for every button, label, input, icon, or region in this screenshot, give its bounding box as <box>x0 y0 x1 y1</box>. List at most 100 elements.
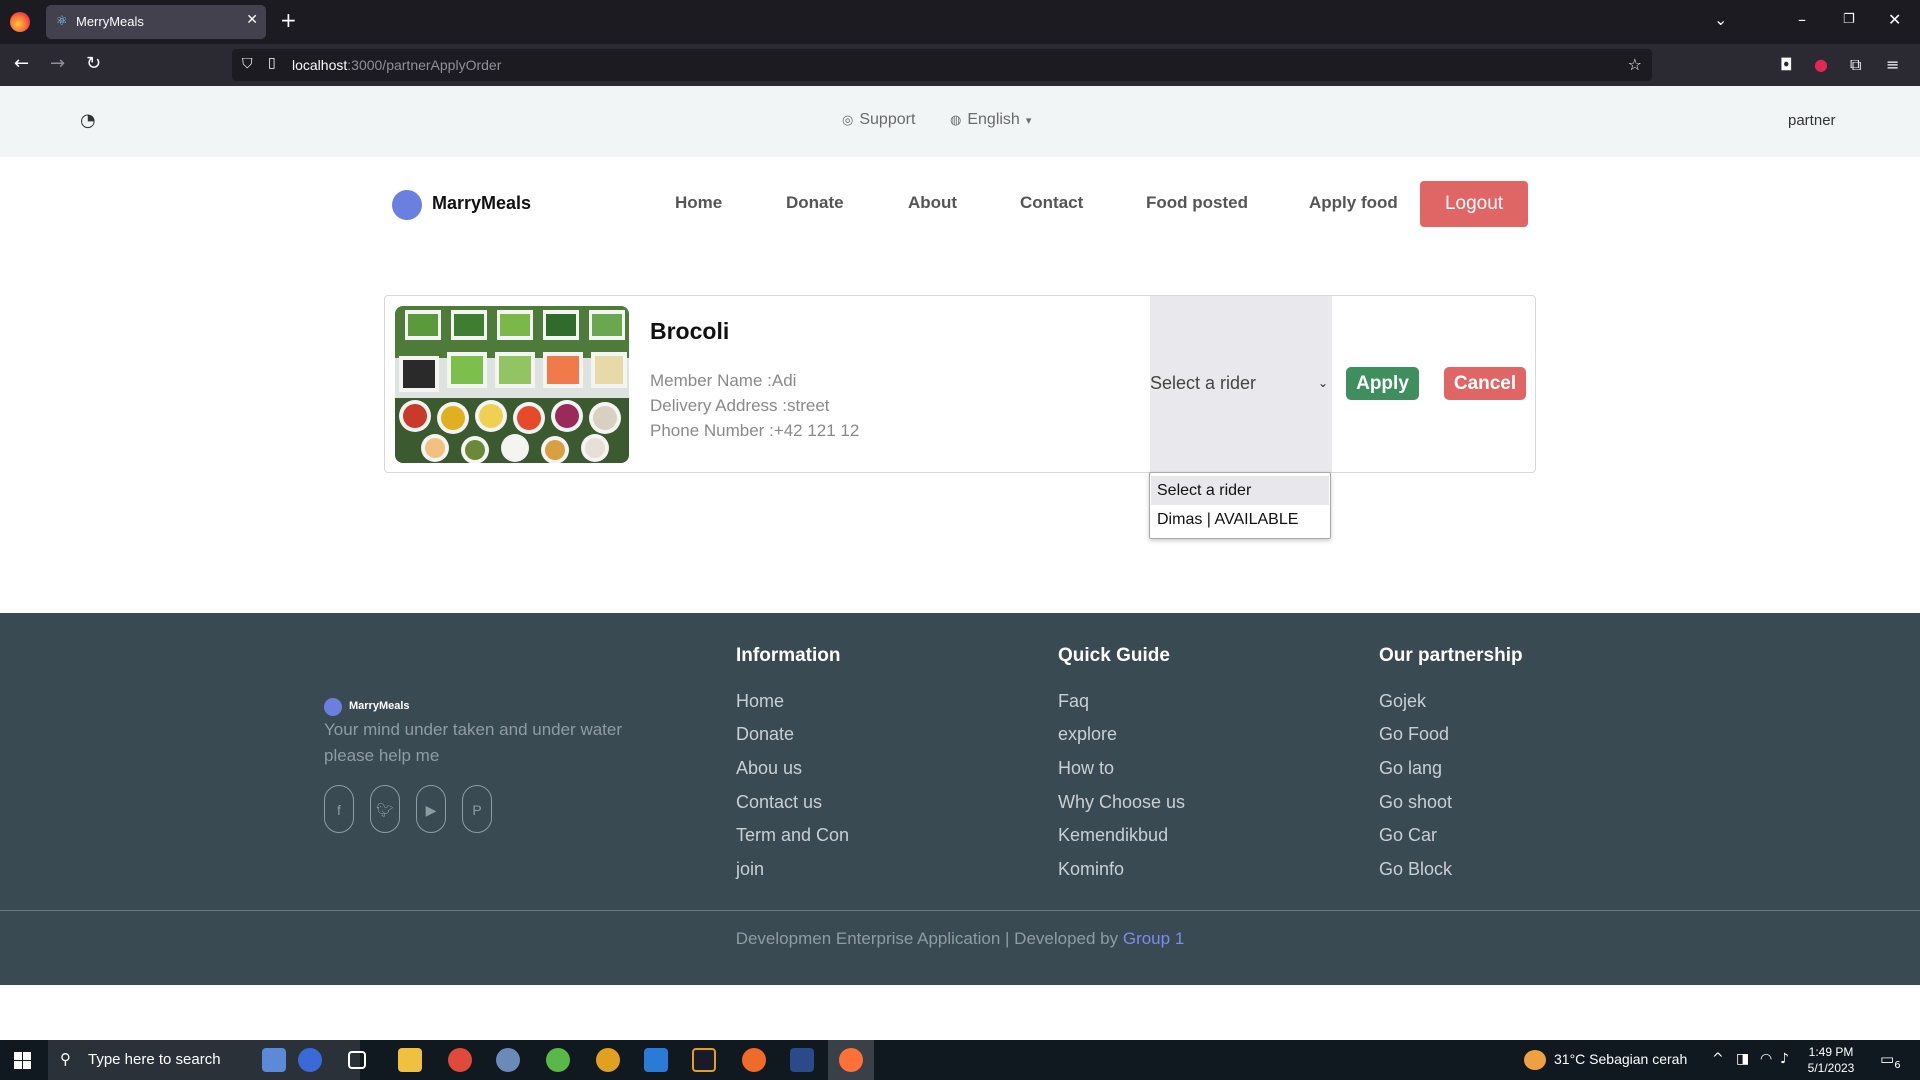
weather-text[interactable]: 31°C Sebagian cerah <box>1554 1051 1687 1067</box>
app-icon[interactable]: ◔ <box>80 111 100 131</box>
taskbar-firefox-active[interactable] <box>828 1040 874 1080</box>
tray-chevron-up-icon[interactable]: ^ <box>1712 1051 1724 1067</box>
notification-icon[interactable]: ▭6 <box>1880 1050 1901 1071</box>
brand-name[interactable]: MarryMeals <box>432 193 531 214</box>
cancel-button[interactable]: Cancel <box>1444 367 1526 400</box>
rider-option[interactable]: Dimas | AVAILABLE <box>1151 505 1329 534</box>
firefox-icon[interactable] <box>10 12 30 32</box>
intellij-icon[interactable] <box>692 1048 716 1072</box>
facebook-icon[interactable]: f <box>324 785 354 833</box>
footer-link[interactable]: Go lang <box>1379 758 1442 779</box>
footer-link[interactable]: Go Food <box>1379 724 1449 745</box>
url-host: localhost <box>292 57 348 73</box>
chrome-icon[interactable] <box>448 1048 472 1072</box>
browser-tab[interactable]: ⚛ MerryMeals ✕ <box>46 5 266 39</box>
back-icon[interactable]: ← <box>14 53 29 74</box>
footer-link[interactable]: explore <box>1058 724 1117 745</box>
brand-logo[interactable] <box>392 190 422 220</box>
shield-icon[interactable]: ⛉ <box>242 56 253 72</box>
extension-lock-icon[interactable]: ● <box>1814 55 1828 74</box>
footer-link[interactable]: Go Block <box>1379 859 1452 880</box>
windows-start-icon[interactable] <box>14 1052 31 1069</box>
rider-dropdown-list: Select a rider Dimas | AVAILABLE <box>1149 472 1331 539</box>
vegetables-image <box>395 306 629 463</box>
list-tabs-icon[interactable]: ⌄ <box>1714 10 1727 29</box>
browser-nav-bar: ← → ↻ ⛉ ▯ localhost:3000/partnerApplyOrd… <box>0 44 1920 86</box>
nav-contact[interactable]: Contact <box>1020 193 1083 213</box>
notification-count: 6 <box>1894 1060 1901 1071</box>
wifi-icon[interactable]: ◠ <box>1760 1051 1772 1067</box>
top-strip: ◔ ◎ Support ◍ English ▾ partner <box>0 86 1920 157</box>
footer-link[interactable]: join <box>736 859 764 880</box>
support-link[interactable]: ◎ Support <box>842 111 915 129</box>
search-icon: ⚲ <box>60 1050 71 1068</box>
footer-link[interactable]: Faq <box>1058 691 1089 712</box>
nav-donate[interactable]: Donate <box>786 193 844 213</box>
footer-link[interactable]: Gojek <box>1379 691 1426 712</box>
apply-button[interactable]: Apply <box>1346 367 1419 400</box>
footer-copyright: Developmen Enterprise Application | Deve… <box>0 929 1920 949</box>
task-view-icon[interactable] <box>348 1051 366 1069</box>
youtube-icon[interactable]: ▶ <box>416 785 446 833</box>
footer-link[interactable]: Go Car <box>1379 825 1437 846</box>
forward-icon[interactable]: → <box>50 53 65 74</box>
postman-icon[interactable] <box>742 1048 766 1072</box>
nav-food-posted[interactable]: Food posted <box>1146 193 1248 213</box>
volume-icon[interactable]: ♪ <box>1780 1051 1789 1067</box>
react-icon: ⚛ <box>56 14 68 29</box>
spring-icon[interactable] <box>546 1048 570 1072</box>
main-nav: MarryMeals Home Donate About Contact Foo… <box>0 157 1920 247</box>
widgets-icon[interactable] <box>298 1048 322 1072</box>
mysql-icon[interactable] <box>790 1048 814 1072</box>
footer-link[interactable]: Abou us <box>736 758 802 779</box>
language-label: English <box>967 111 1020 128</box>
rider-option[interactable]: Select a rider <box>1151 476 1329 505</box>
footer-link[interactable]: Go shoot <box>1379 792 1452 813</box>
footer-link[interactable]: How to <box>1058 758 1114 779</box>
pocket-icon[interactable]: ◘ <box>1780 55 1793 74</box>
extensions-icon[interactable]: ⧉ <box>1850 55 1861 75</box>
reload-icon[interactable]: ↻ <box>86 53 101 74</box>
rider-select[interactable]: Select a rider ⌄ <box>1150 296 1332 472</box>
footer-logo <box>324 698 342 716</box>
pinterest-icon[interactable]: P <box>462 785 492 833</box>
nav-about[interactable]: About <box>908 193 957 213</box>
close-tab-icon[interactable]: ✕ <box>246 12 258 28</box>
tray-app-icon[interactable]: ◨ <box>1736 1051 1749 1067</box>
language-select[interactable]: ◍ English ▾ <box>950 111 1031 129</box>
taskbar-search-placeholder: Type here to search <box>88 1051 221 1068</box>
restore-icon[interactable]: ❐ <box>1843 12 1855 27</box>
footer-brand: MarryMeals <box>349 700 410 712</box>
url-text[interactable]: localhost:3000/partnerApplyOrder <box>292 57 501 73</box>
logout-button[interactable]: Logout <box>1420 181 1528 227</box>
footer-link[interactable]: Term and Con <box>736 825 849 846</box>
clock-time: 1:49 PM <box>1808 1045 1854 1059</box>
nav-apply-food[interactable]: Apply food <box>1309 193 1398 213</box>
vscode-icon[interactable] <box>644 1048 668 1072</box>
footer-divider <box>0 910 1920 911</box>
weather-icon[interactable] <box>1524 1050 1546 1070</box>
footer-link[interactable]: Kominfo <box>1058 859 1124 880</box>
footer-link[interactable]: Kemendikbud <box>1058 825 1168 846</box>
tray-clock[interactable]: 1:49 PM 5/1/2023 <box>1798 1044 1864 1076</box>
group-link[interactable]: Group 1 <box>1123 929 1184 948</box>
search-highlights-icon[interactable] <box>262 1048 286 1072</box>
footer-link[interactable]: Contact us <box>736 792 822 813</box>
paint-icon[interactable] <box>496 1048 520 1072</box>
twitter-icon[interactable]: 🐦︎ <box>370 785 400 833</box>
footer-link[interactable]: Why Choose us <box>1058 792 1185 813</box>
nav-home[interactable]: Home <box>675 193 722 213</box>
url-bar[interactable]: ⛉ ▯ localhost:3000/partnerApplyOrder ☆ <box>232 49 1652 81</box>
close-window-icon[interactable]: ✕ <box>1888 10 1901 29</box>
file-explorer-icon[interactable] <box>398 1048 422 1072</box>
footer-link[interactable]: Donate <box>736 724 794 745</box>
minimize-icon[interactable]: – <box>1798 10 1806 29</box>
new-tab-icon[interactable]: + <box>280 8 297 32</box>
chrome-dev-icon[interactable] <box>596 1048 620 1072</box>
footer-col-title: Information <box>736 645 841 666</box>
footer-link[interactable]: Home <box>736 691 784 712</box>
menu-icon[interactable]: ≡ <box>1886 55 1899 74</box>
order-card: Brocoli Member Name :Adi Delivery Addres… <box>384 295 1536 473</box>
bookmark-star-icon[interactable]: ☆ <box>1628 55 1642 74</box>
clock-date: 5/1/2023 <box>1807 1061 1855 1075</box>
